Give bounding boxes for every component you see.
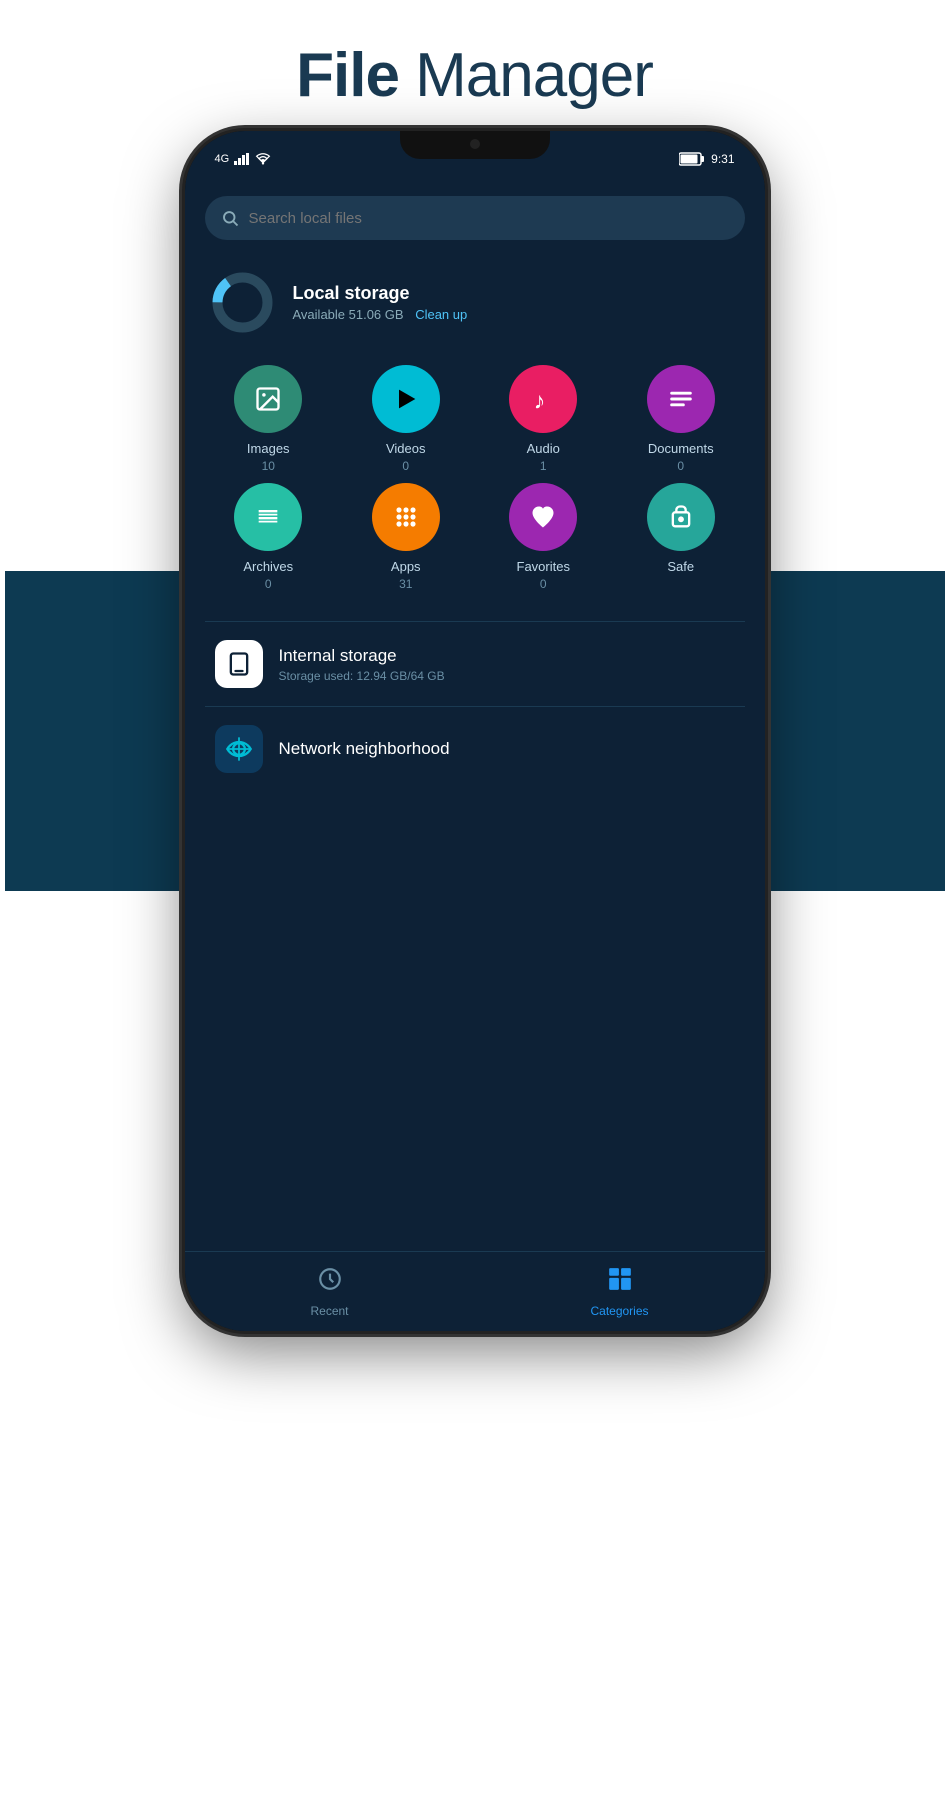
audio-icon: ♪ [509,365,577,433]
storage-item-network[interactable]: Network neighborhood [205,706,745,791]
internal-sub: Storage used: 12.94 GB/64 GB [279,669,445,683]
search-input[interactable] [249,210,729,227]
documents-count: 0 [677,459,684,473]
internal-info: Internal storage Storage used: 12.94 GB/… [279,646,445,683]
documents-label: Documents [648,441,714,456]
videos-icon [372,365,440,433]
storage-title: Local storage [293,283,468,304]
category-safe[interactable]: Safe [617,483,745,591]
category-archives[interactable]: Archives 0 [205,483,333,591]
storage-items: Internal storage Storage used: 12.94 GB/… [205,606,745,806]
recent-icon [317,1266,343,1299]
title-normal: Manager [399,41,653,110]
nav-recent[interactable]: Recent [185,1266,475,1318]
videos-label: Videos [386,441,426,456]
wifi-icon [255,153,271,165]
category-grid: Images 10 Videos 0 ♪ Audio 1 Documents 0… [205,350,745,606]
phone-frame: 4G [185,131,765,1331]
apps-count: 31 [399,577,412,591]
phone-wrapper: 4G [125,131,825,1691]
search-container: ⋮ [185,186,765,255]
title-bold: File [296,41,399,110]
cleanup-link[interactable]: Clean up [415,307,467,322]
notch [400,131,550,159]
carrier-text: 4G [215,153,230,165]
category-apps[interactable]: Apps 31 [342,483,470,591]
search-icon [221,209,239,227]
local-storage-section: Local storage Available 51.06 GB Clean u… [205,255,745,350]
battery-icon [679,152,705,166]
safe-label: Safe [667,559,694,574]
categories-label: Categories [590,1304,648,1318]
network-storage-icon [215,725,263,773]
bottom-nav: Recent Categories [185,1251,765,1331]
status-left: 4G [215,153,272,165]
search-bar[interactable]: ⋮ [205,196,745,240]
favorites-icon [509,483,577,551]
nav-categories[interactable]: Categories [475,1266,765,1318]
images-label: Images [247,441,290,456]
apps-icon [372,483,440,551]
storage-sub: Available 51.06 GB Clean up [293,307,468,322]
category-documents[interactable]: Documents 0 [617,365,745,473]
app-title: File Manager [296,40,653,111]
categories-icon [607,1266,633,1299]
category-favorites[interactable]: Favorites 0 [480,483,608,591]
internal-title: Internal storage [279,646,445,666]
category-images[interactable]: Images 10 [205,365,333,473]
svg-text:♪: ♪ [534,387,546,413]
archives-label: Archives [243,559,293,574]
phone-screen: 4G [185,131,765,1331]
audio-label: Audio [527,441,560,456]
status-bar: 4G [185,131,765,186]
images-count: 10 [262,459,275,473]
recent-label: Recent [310,1304,348,1318]
audio-count: 1 [540,459,547,473]
images-icon [234,365,302,433]
documents-icon [647,365,715,433]
signal-icon [234,153,250,165]
apps-label: Apps [391,559,421,574]
network-info: Network neighborhood [279,739,450,759]
safe-icon [647,483,715,551]
archives-icon [234,483,302,551]
storage-info: Local storage Available 51.06 GB Clean u… [293,283,468,322]
status-right: 9:31 [679,152,734,166]
archives-count: 0 [265,577,272,591]
category-audio[interactable]: ♪ Audio 1 [480,365,608,473]
camera [470,139,480,149]
storage-item-internal[interactable]: Internal storage Storage used: 12.94 GB/… [205,621,745,706]
time-text: 9:31 [711,152,734,166]
internal-storage-icon [215,640,263,688]
scroll-content: Local storage Available 51.06 GB Clean u… [185,255,765,1251]
category-videos[interactable]: Videos 0 [342,365,470,473]
videos-count: 0 [402,459,409,473]
favorites-label: Favorites [517,559,570,574]
favorites-count: 0 [540,577,547,591]
network-title: Network neighborhood [279,739,450,759]
storage-donut-chart [210,270,275,335]
